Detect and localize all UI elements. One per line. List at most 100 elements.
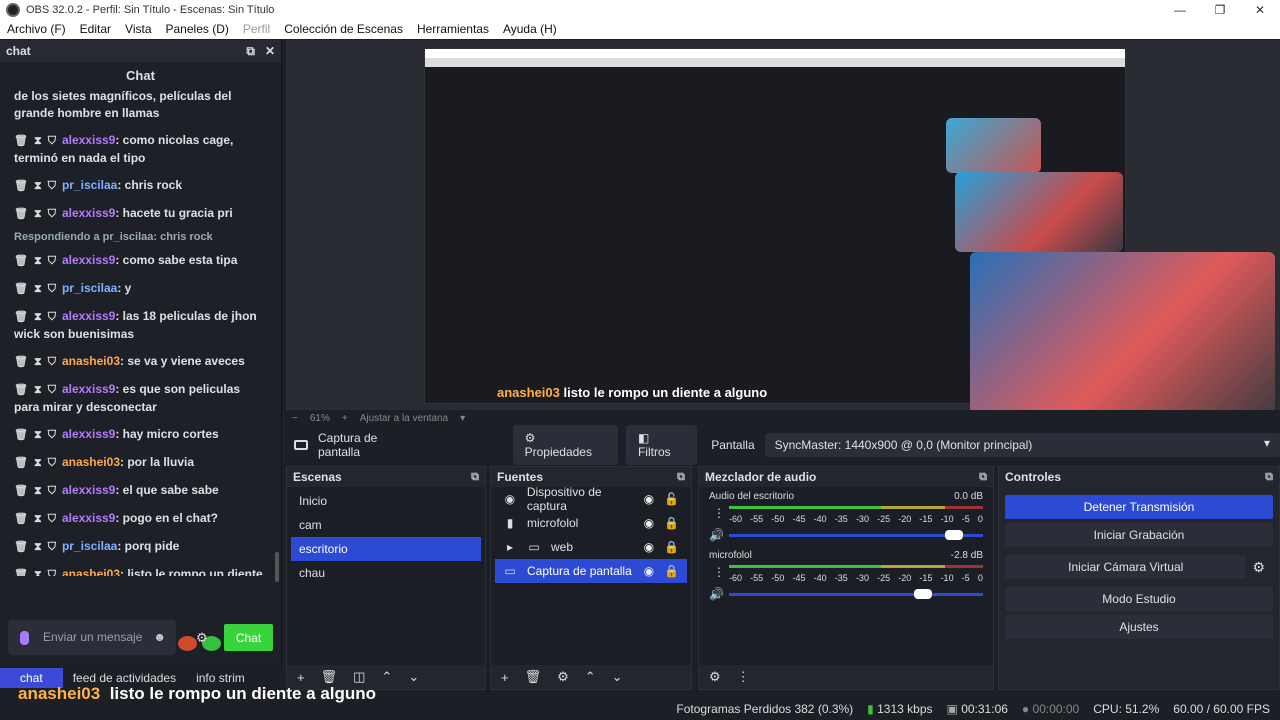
timeout-icon[interactable]: ⧗ <box>34 255 42 267</box>
chat-username[interactable]: anashei03 <box>62 567 120 576</box>
shield-icon[interactable]: ⛉ <box>48 283 56 295</box>
shield-icon[interactable]: ⛉ <box>48 208 56 220</box>
down-icon[interactable]: ⌄ <box>612 669 623 685</box>
fit-window-label[interactable]: Ajustar a la ventana <box>360 413 448 424</box>
eye-icon[interactable]: ◉ <box>644 540 654 554</box>
timeout-icon[interactable]: ⧗ <box>34 429 42 441</box>
gear-icon[interactable]: ⚙ <box>557 669 569 685</box>
scene-item[interactable]: escritorio <box>291 537 481 561</box>
display-select[interactable]: SyncMaster: 1440x900 @ 0,0 (Monitor prin… <box>764 433 1280 457</box>
trash-icon[interactable]: 🗑 <box>321 669 338 685</box>
delete-icon[interactable]: 🗑 <box>14 384 28 396</box>
lock-icon[interactable]: 🔒 <box>664 516 679 530</box>
down-icon[interactable]: ⌄ <box>408 669 419 685</box>
speaker-icon[interactable]: 🔊 <box>709 587 729 601</box>
chat-username[interactable]: alexxiss9 <box>62 427 115 441</box>
delete-icon[interactable]: 🗑 <box>14 429 28 441</box>
timeout-icon[interactable]: ⧗ <box>34 569 42 576</box>
chat-username[interactable]: alexxiss9 <box>62 483 115 497</box>
menu-editar[interactable]: Editar <box>73 22 118 36</box>
close-icon[interactable]: ✕ <box>265 44 275 59</box>
start-recording-button[interactable]: Iniciar Grabación <box>1005 523 1273 547</box>
volume-slider[interactable] <box>729 588 983 599</box>
undock-icon[interactable]: ⧉ <box>246 44 255 59</box>
timeout-icon[interactable]: ⧗ <box>34 283 42 295</box>
scene-item[interactable]: Inicio <box>291 489 481 513</box>
timeout-icon[interactable]: ⧗ <box>34 513 42 525</box>
zoom-out-icon[interactable]: − <box>292 413 298 424</box>
scene-item[interactable]: chau <box>291 561 481 585</box>
minimize-button[interactable]: — <box>1160 3 1200 17</box>
shield-icon[interactable]: ⛉ <box>48 485 56 497</box>
shield-icon[interactable]: ⛉ <box>48 569 56 576</box>
shield-icon[interactable]: ⛉ <box>48 255 56 267</box>
chat-username[interactable]: anashei03 <box>62 354 120 368</box>
delete-icon[interactable]: 🗑 <box>14 356 28 368</box>
delete-icon[interactable]: 🗑 <box>14 180 28 192</box>
shield-icon[interactable]: ⛉ <box>48 457 56 469</box>
eye-icon[interactable]: ◉ <box>644 516 654 530</box>
properties-button[interactable]: ⚙ Propiedades <box>512 425 618 465</box>
timeout-icon[interactable]: ⧗ <box>34 457 42 469</box>
settings-button[interactable]: Ajustes <box>1005 615 1273 639</box>
shield-icon[interactable]: ⛉ <box>48 429 56 441</box>
menu-coleccion[interactable]: Colección de Escenas <box>277 22 410 36</box>
zoom-in-icon[interactable]: + <box>342 413 348 424</box>
chat-username[interactable]: alexxiss9 <box>62 309 115 323</box>
lock-icon[interactable]: 🔒 <box>664 540 679 554</box>
delete-icon[interactable]: 🗑 <box>14 457 28 469</box>
delete-icon[interactable]: 🗑 <box>14 513 28 525</box>
delete-icon[interactable]: 🗑 <box>14 541 28 553</box>
volume-knob[interactable] <box>914 588 933 599</box>
delete-icon[interactable]: 🗑 <box>14 311 28 323</box>
filter-icon[interactable]: ◫ <box>353 669 365 685</box>
virtual-camera-button[interactable]: Iniciar Cámara Virtual <box>1005 555 1247 579</box>
up-icon[interactable]: ⌃ <box>381 669 392 685</box>
eye-icon[interactable]: ◉ <box>644 492 654 506</box>
shield-icon[interactable]: ⛉ <box>48 135 56 147</box>
shield-icon[interactable]: ⛉ <box>48 384 56 396</box>
add-icon[interactable]: + <box>501 670 509 685</box>
expand-icon[interactable]: ▸ <box>503 540 517 554</box>
up-icon[interactable]: ⌃ <box>585 669 596 685</box>
chat-input[interactable]: Enviar un mensaje ☻ <box>8 620 176 655</box>
timeout-icon[interactable]: ⧗ <box>34 485 42 497</box>
timeout-icon[interactable]: ⧗ <box>34 135 42 147</box>
stop-streaming-button[interactable]: Detener Transmisión <box>1005 495 1273 519</box>
source-row[interactable]: ▮ microfolol ◉ 🔒 <box>495 511 687 535</box>
maximize-button[interactable]: ❐ <box>1200 3 1240 17</box>
chat-scrollbar[interactable] <box>275 552 279 582</box>
chat-username[interactable]: alexxiss9 <box>62 511 115 525</box>
gear-icon[interactable]: ⚙ <box>196 630 208 646</box>
chat-username[interactable]: alexxiss9 <box>62 206 115 220</box>
emote-icon[interactable] <box>178 636 197 651</box>
close-button[interactable]: ✕ <box>1240 3 1280 17</box>
shield-icon[interactable]: ⛉ <box>48 180 56 192</box>
menu-paneles[interactable]: Paneles (D) <box>159 22 236 36</box>
mixer-menu-icon[interactable]: ⋮ <box>737 669 750 685</box>
chat-username[interactable]: pr_iscilaa <box>62 178 117 192</box>
chevron-down-icon[interactable]: ▾ <box>460 413 465 424</box>
dock-menu-icon[interactable]: ⧉ <box>471 471 479 484</box>
eye-icon[interactable]: ◉ <box>644 564 654 578</box>
unlock-icon[interactable]: 🔓 <box>664 492 679 506</box>
chat-username[interactable]: alexxiss9 <box>62 133 115 147</box>
menu-vista[interactable]: Vista <box>118 22 158 36</box>
timeout-icon[interactable]: ⧗ <box>34 311 42 323</box>
gear-icon[interactable]: ⚙ <box>1252 559 1265 576</box>
delete-icon[interactable]: 🗑 <box>14 208 28 220</box>
channel-menu-icon[interactable]: ⋮ <box>713 506 725 520</box>
timeout-icon[interactable]: ⧗ <box>34 384 42 396</box>
mic-icon[interactable] <box>20 630 29 645</box>
chat-username[interactable]: alexxiss9 <box>62 382 115 396</box>
timeout-icon[interactable]: ⧗ <box>34 356 42 368</box>
mixer-settings-icon[interactable]: ⚙ <box>709 669 721 685</box>
menu-herramientas[interactable]: Herramientas <box>410 22 496 36</box>
lock-icon[interactable]: 🔒 <box>664 564 679 578</box>
emoji-icon[interactable]: ☻ <box>153 631 166 644</box>
scene-item[interactable]: cam <box>291 513 481 537</box>
add-icon[interactable]: + <box>297 670 305 685</box>
dock-menu-icon[interactable]: ⧉ <box>677 471 685 484</box>
channel-menu-icon[interactable]: ⋮ <box>713 565 725 579</box>
chat-send-button[interactable]: Chat <box>224 624 273 651</box>
